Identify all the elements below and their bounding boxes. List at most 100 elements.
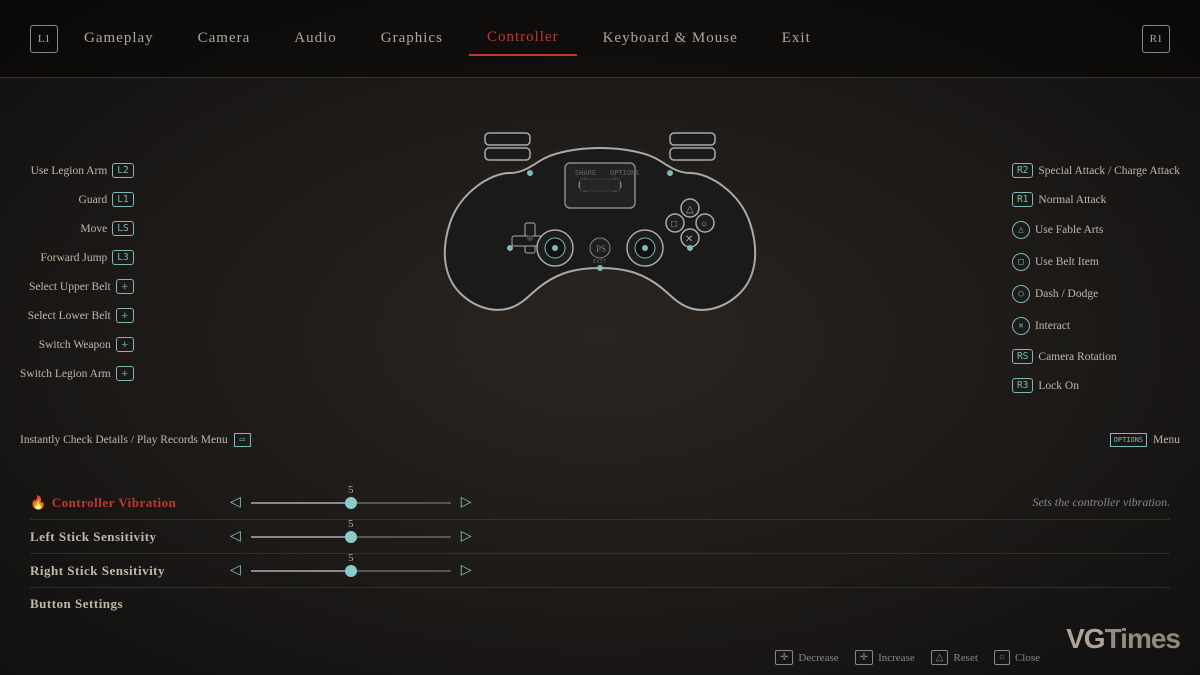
l1-label: L1 (38, 33, 50, 45)
select-lower-belt-text: Select Lower Belt (28, 310, 111, 322)
menu-row: OPTIONS Menu (1110, 433, 1180, 447)
svg-text:□: □ (671, 219, 677, 230)
left-stick-row: Left Stick Sensitivity ◁ 5 ▷ (30, 519, 1170, 553)
reset-action: △ Reset (931, 650, 978, 665)
decrease-label: Decrease (798, 652, 838, 664)
close-action: ○ Close (994, 650, 1040, 665)
vibration-increase[interactable]: ▷ (461, 494, 472, 511)
label-switch-legion-arm: Switch Legion Arm ✛ (20, 366, 134, 381)
nav-keyboard-mouse[interactable]: Keyboard & Mouse (585, 22, 756, 55)
vibration-track[interactable]: 5 (251, 502, 451, 504)
label-select-lower-belt: Select Lower Belt ✛ (20, 308, 134, 323)
nav-bar: L1 Gameplay Camera Audio Graphics Contro… (0, 0, 1200, 78)
ls-tag: LS (112, 221, 133, 236)
forward-jump-text: Forward Jump (41, 252, 108, 264)
r1-tag: R1 (1012, 192, 1033, 207)
close-label: Close (1015, 652, 1040, 664)
interact-text: Interact (1035, 320, 1070, 332)
nav-exit[interactable]: Exit (764, 22, 829, 55)
instantly-check-row: Instantly Check Details / Play Records M… (20, 433, 251, 447)
label-switch-weapon: Switch Weapon ✛ (20, 337, 134, 352)
decrease-icon: ✛ (775, 650, 793, 665)
left-labels: Use Legion Arm L2 Guard L1 Move LS Forwa… (20, 163, 134, 395)
label-move: Move LS (20, 221, 134, 236)
left-stick-decrease[interactable]: ◁ (230, 528, 241, 545)
l2-tag: L2 (112, 163, 133, 178)
label-forward-jump: Forward Jump L3 (20, 250, 134, 265)
label-normal-attack: R1 Normal Attack (1012, 192, 1180, 207)
camera-rotation-text: Camera Rotation (1038, 351, 1116, 363)
special-attack-text: Special Attack / Charge Attack (1038, 165, 1180, 177)
cross-tag: ✕ (1012, 317, 1030, 335)
dpad-left-tag: ✛ (116, 366, 134, 381)
button-settings-label: Button Settings (30, 596, 230, 612)
right-stick-label: Right Stick Sensitivity (30, 563, 230, 579)
guard-text: Guard (79, 194, 108, 206)
label-guard: Guard L1 (20, 192, 134, 207)
label-special-attack: R2 Special Attack / Charge Attack (1012, 163, 1180, 178)
reset-label: Reset (953, 652, 977, 664)
left-stick-increase[interactable]: ▷ (461, 528, 472, 545)
nav-controller[interactable]: Controller (469, 21, 577, 56)
menu-text: Menu (1153, 434, 1180, 446)
svg-text:○: ○ (701, 219, 707, 230)
normal-attack-text: Normal Attack (1038, 194, 1106, 206)
lock-on-text: Lock On (1038, 380, 1079, 392)
options-tag: OPTIONS (1110, 433, 1148, 447)
svg-text:SHARE: SHARE (575, 169, 596, 177)
right-stick-row: Right Stick Sensitivity ◁ 5 ▷ (30, 553, 1170, 587)
bottom-action-bar: ✛ Decrease ✛ Increase △ Reset ○ Close (775, 650, 1040, 665)
label-lock-on: R3 Lock On (1012, 378, 1180, 393)
dpad-right-tag: ✛ (116, 337, 134, 352)
select-upper-belt-text: Select Upper Belt (29, 281, 111, 293)
left-stick-slider-container: ◁ 5 ▷ (230, 528, 1170, 545)
svg-text:OPTIONS: OPTIONS (610, 169, 640, 177)
right-labels: R2 Special Attack / Charge Attack R1 Nor… (1012, 163, 1180, 407)
use-fable-arts-text: Use Fable Arts (1035, 224, 1103, 236)
left-stick-value: 5 (348, 518, 354, 530)
r3-tag: R3 (1012, 378, 1033, 393)
vgtimes-watermark: VGTimes (1066, 623, 1180, 655)
dpad-up-tag: ✛ (116, 279, 134, 294)
use-legion-arm-text: Use Legion Arm (31, 165, 108, 177)
vibration-slider-container: ◁ 5 ▷ (230, 494, 1012, 511)
vibration-value: 5 (348, 484, 354, 496)
label-camera-rotation: RS Camera Rotation (1012, 349, 1180, 364)
nav-audio[interactable]: Audio (276, 22, 355, 55)
label-dash-dodge: ○ Dash / Dodge (1012, 285, 1180, 303)
square-tag: □ (1012, 253, 1030, 271)
nav-graphics[interactable]: Graphics (363, 22, 461, 55)
label-interact: ✕ Interact (1012, 317, 1180, 335)
instantly-check-text: Instantly Check Details / Play Records M… (20, 434, 228, 446)
controller-diagram: SHARE OPTIONS △ □ ○ (430, 93, 770, 338)
svg-text:✕: ✕ (685, 234, 693, 245)
vibration-label: 🔥 Controller Vibration (30, 495, 230, 511)
switch-legion-arm-text: Switch Legion Arm (20, 368, 111, 380)
l1-tag: L1 (112, 192, 133, 207)
move-text: Move (80, 223, 107, 235)
nav-camera[interactable]: Camera (180, 22, 269, 55)
increase-action: ✛ Increase (855, 650, 915, 665)
nav-gameplay[interactable]: Gameplay (66, 22, 172, 55)
settings-panel: 🔥 Controller Vibration ◁ 5 ▷ Sets the co… (0, 486, 1200, 620)
nav-l1-button[interactable]: L1 (30, 25, 58, 53)
vibration-decrease[interactable]: ◁ (230, 494, 241, 511)
nav-r1-button[interactable]: R1 (1142, 25, 1170, 53)
right-stick-increase[interactable]: ▷ (461, 562, 472, 579)
triangle-tag: △ (1012, 221, 1030, 239)
label-use-fable-arts: △ Use Fable Arts (1012, 221, 1180, 239)
svg-text:PS: PS (596, 244, 606, 254)
right-stick-decrease[interactable]: ◁ (230, 562, 241, 579)
dpad-down-tag: ✛ (116, 308, 134, 323)
label-select-upper-belt: Select Upper Belt ✛ (20, 279, 134, 294)
right-stick-track[interactable]: 5 (251, 570, 451, 572)
vibration-description: Sets the controller vibration. (1032, 495, 1170, 510)
label-use-belt-item: □ Use Belt Item (1012, 253, 1180, 271)
use-belt-item-text: Use Belt Item (1035, 256, 1099, 268)
left-stick-track[interactable]: 5 (251, 536, 451, 538)
increase-icon: ✛ (855, 650, 873, 665)
button-settings-row: Button Settings (30, 587, 1170, 620)
switch-weapon-text: Switch Weapon (39, 339, 111, 351)
decrease-action: ✛ Decrease (775, 650, 839, 665)
right-stick-slider-container: ◁ 5 ▷ (230, 562, 1170, 579)
